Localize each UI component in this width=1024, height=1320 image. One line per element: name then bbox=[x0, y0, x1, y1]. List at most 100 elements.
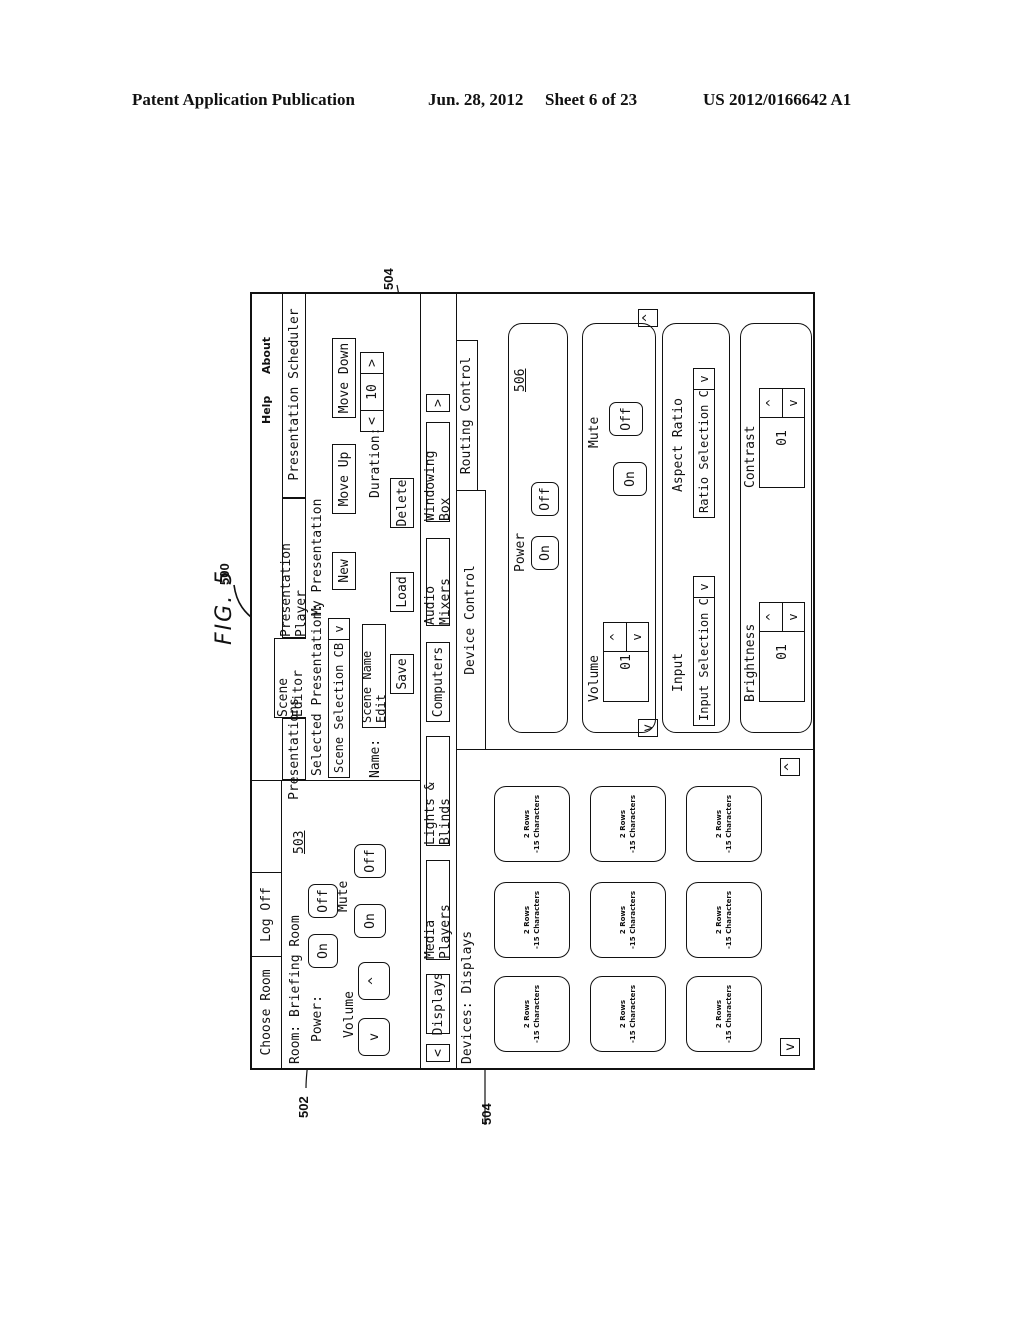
device-tile-line1: 2 Rows bbox=[715, 905, 723, 935]
category-next-button[interactable]: > bbox=[426, 394, 450, 412]
selected-presentation-value: My Presentation bbox=[310, 498, 325, 616]
device-mute-on-button[interactable]: On bbox=[613, 462, 647, 496]
category-lights-blinds[interactable]: Lights & Blinds bbox=[423, 736, 453, 846]
input-selection-value: Input Selection CB bbox=[697, 598, 711, 721]
tab-routing-control[interactable]: Routing Control bbox=[456, 340, 478, 490]
input-aspect-group: Input Input Selection CB v Aspect Ratio … bbox=[662, 323, 730, 733]
device-tile[interactable]: 2 Rows -15 Characters bbox=[686, 976, 762, 1052]
room-name: Briefing Room bbox=[288, 915, 303, 1018]
duration-decrement[interactable]: < bbox=[361, 410, 383, 431]
device-tile[interactable]: 2 Rows -15 Characters bbox=[494, 786, 570, 862]
room-power-off-button[interactable]: Off bbox=[308, 884, 338, 918]
ratio-selection-dropdown[interactable]: Ratio Selection CB v bbox=[693, 368, 715, 518]
empty-cell bbox=[252, 780, 282, 872]
device-tile-line1: 2 Rows bbox=[619, 905, 627, 935]
category-media-players[interactable]: Media Players bbox=[423, 860, 453, 960]
save-button[interactable]: Save bbox=[390, 654, 414, 694]
room-panel: Room: Briefing Room 503 Power: On Off Vo… bbox=[282, 780, 420, 1068]
brightness-arrows: ^ v bbox=[759, 602, 805, 632]
device-tile-line2: -15 Characters bbox=[629, 891, 637, 949]
power-group: Power 506 On Off bbox=[508, 323, 568, 733]
category-windowing-box[interactable]: Windowing Box bbox=[423, 422, 453, 522]
chevron-down-icon: v bbox=[694, 369, 714, 390]
device-volume-up-button[interactable]: ^ bbox=[604, 623, 627, 651]
room-volume-up-button[interactable]: ^ bbox=[358, 962, 390, 1000]
about-link[interactable]: About bbox=[260, 337, 273, 374]
power-label: Power: bbox=[310, 995, 325, 1042]
room-label: Room: bbox=[288, 1024, 303, 1064]
tab-presentation-scheduler[interactable]: Presentation Scheduler bbox=[282, 292, 306, 498]
selected-presentation-label: Selected Presentation: bbox=[310, 603, 325, 776]
tab-device-control[interactable]: Device Control bbox=[456, 490, 486, 750]
tab-scene-editor[interactable]: Scene Editor bbox=[274, 638, 306, 718]
device-tile-grid: 2 Rows -15 Characters 2 Rows -15 Characters… bbox=[486, 750, 815, 1068]
contrast-up-button[interactable]: ^ bbox=[760, 389, 783, 417]
scene-selection-dropdown[interactable]: Scene Selection CB v bbox=[328, 618, 350, 778]
device-tile-line2: -15 Characters bbox=[725, 891, 733, 949]
brightness-down-button[interactable]: v bbox=[783, 603, 805, 631]
device-tile-line2: -15 Characters bbox=[725, 985, 733, 1043]
device-tile-line1: 2 Rows bbox=[715, 999, 723, 1029]
tab-presentations[interactable]: Presentations bbox=[282, 698, 306, 800]
device-control-panel: v ^ Power 506 On Off Volume 01 ^ v Mute … bbox=[486, 292, 815, 750]
ratio-selection-value: Ratio Selection CB bbox=[697, 390, 711, 513]
duration-stepper[interactable]: < 10 > bbox=[360, 352, 384, 432]
device-tile-line2: -15 Characters bbox=[533, 795, 541, 853]
tab-presentation-player[interactable]: Presentation Player bbox=[279, 498, 309, 638]
device-tile-line1: 2 Rows bbox=[715, 809, 723, 839]
brightness-up-button[interactable]: ^ bbox=[760, 603, 783, 631]
move-up-button[interactable]: Move Up bbox=[332, 444, 356, 514]
device-tile[interactable]: 2 Rows -15 Characters bbox=[494, 976, 570, 1052]
control-app-window: Choose Room Log Off Help About Presentat… bbox=[250, 292, 815, 1070]
help-link[interactable]: Help bbox=[260, 396, 273, 424]
room-mute-on-button[interactable]: On bbox=[354, 904, 386, 938]
brightness-contrast-group: Brightness 01 ^ v Contrast 01 ^ v bbox=[740, 323, 812, 733]
category-audio-mixers[interactable]: Audio Mixers bbox=[423, 538, 453, 626]
device-power-off-button[interactable]: Off bbox=[531, 482, 559, 516]
load-button[interactable]: Load bbox=[390, 572, 414, 612]
duration-label: Duration: bbox=[368, 427, 383, 498]
log-off-button[interactable]: Log Off bbox=[252, 872, 282, 956]
duration-increment[interactable]: > bbox=[361, 353, 383, 374]
device-tile[interactable]: 2 Rows -15 Characters bbox=[686, 786, 762, 862]
divider bbox=[420, 292, 421, 1068]
device-tile[interactable]: 2 Rows -15 Characters bbox=[590, 976, 666, 1052]
device-mute-label: Mute bbox=[587, 416, 602, 448]
volume-mute-group: Volume 01 ^ v Mute On Off bbox=[582, 323, 656, 733]
device-power-on-button[interactable]: On bbox=[531, 536, 559, 570]
category-computers[interactable]: Computers bbox=[426, 642, 450, 722]
brightness-label: Brightness bbox=[743, 623, 758, 702]
room-mute-off-button[interactable]: Off bbox=[354, 844, 386, 878]
tiles-scroll-down-button[interactable]: v bbox=[780, 1038, 800, 1056]
new-button[interactable]: New bbox=[332, 552, 356, 590]
device-tile-line1: 2 Rows bbox=[523, 809, 531, 839]
device-tile[interactable]: 2 Rows -15 Characters bbox=[590, 786, 666, 862]
category-prev-button[interactable]: < bbox=[426, 1044, 450, 1062]
contrast-down-button[interactable]: v bbox=[783, 389, 805, 417]
chevron-down-icon: v bbox=[329, 619, 349, 640]
room-volume-down-button[interactable]: v bbox=[358, 1018, 390, 1056]
device-volume-label: Volume bbox=[587, 655, 602, 702]
device-volume-down-button[interactable]: v bbox=[627, 623, 649, 651]
name-label: Name: bbox=[368, 738, 383, 778]
device-mute-off-button[interactable]: Off bbox=[609, 402, 643, 436]
chevron-down-icon: v bbox=[694, 577, 714, 598]
delete-button[interactable]: Delete bbox=[390, 478, 414, 528]
scene-selection-value: Scene Selection CB bbox=[332, 642, 346, 773]
device-tile-line2: -15 Characters bbox=[629, 795, 637, 853]
device-tile[interactable]: 2 Rows -15 Characters bbox=[590, 882, 666, 958]
move-down-button[interactable]: Move Down bbox=[332, 338, 356, 418]
tiles-scroll-up-button[interactable]: ^ bbox=[780, 758, 800, 776]
choose-room-button[interactable]: Choose Room bbox=[252, 956, 282, 1068]
room-power-on-button[interactable]: On bbox=[308, 934, 338, 968]
device-tile[interactable]: 2 Rows -15 Characters bbox=[494, 882, 570, 958]
device-tile-line1: 2 Rows bbox=[523, 905, 531, 935]
scene-name-input[interactable]: Scene Name Edit bbox=[360, 624, 388, 728]
devices-value: Displays bbox=[460, 930, 475, 994]
device-tile-line2: -15 Characters bbox=[533, 891, 541, 949]
input-selection-dropdown[interactable]: Input Selection CB v bbox=[693, 576, 715, 726]
duration-value: 10 bbox=[364, 384, 380, 400]
device-tile-line2: -15 Characters bbox=[629, 985, 637, 1043]
category-displays[interactable]: Displays bbox=[426, 973, 450, 1035]
device-tile[interactable]: 2 Rows -15 Characters bbox=[686, 882, 762, 958]
